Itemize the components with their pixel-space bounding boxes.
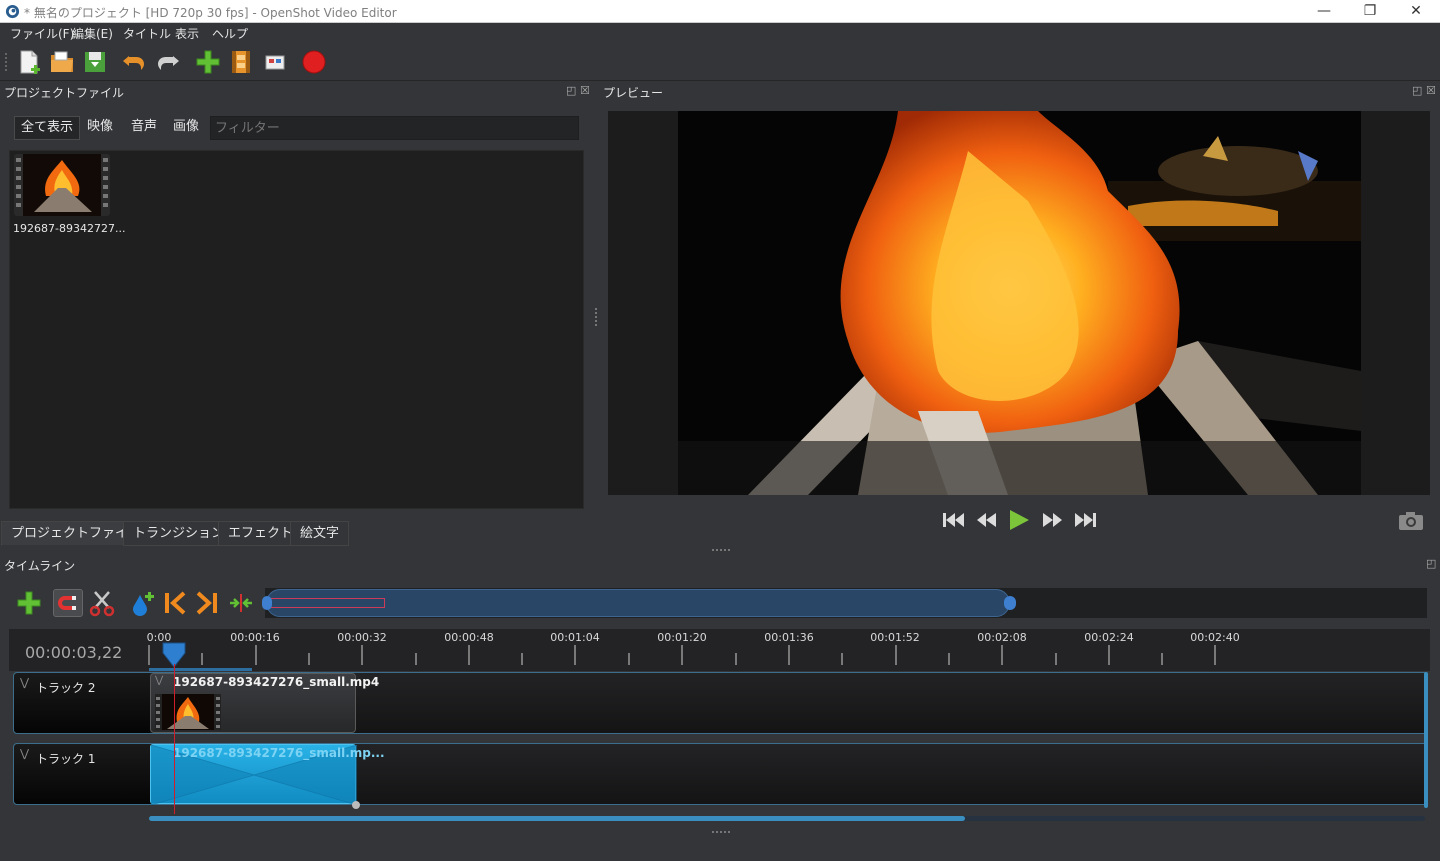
project-files-list: 192687-89342727... [9,150,584,509]
horizontal-splitter-handle[interactable] [712,549,730,552]
transition-clip[interactable]: 192687-893427276_small.mp... [150,744,385,809]
dock-close-icon[interactable]: ☒ [580,84,590,97]
menu-file[interactable]: ファイル(F) [10,25,74,42]
preview-float-icon[interactable]: ◰ [1412,84,1422,97]
new-project-icon[interactable] [15,48,43,76]
track-header: ⋁ トラック 1 [14,744,150,804]
export-video-icon[interactable] [300,48,328,76]
preview-close-icon[interactable]: ☒ [1426,84,1436,97]
add-track-icon[interactable] [15,589,43,617]
track-menu-chevron-icon[interactable]: ⋁ [20,747,29,760]
window-title: * 無名のプロジェクト [HD 720p 30 fps] - OpenShot … [24,6,397,20]
transition-end-handle[interactable] [352,801,360,809]
clip-menu-chevron-icon[interactable]: ⋁ [155,675,163,686]
ruler-ticks [148,645,1216,671]
restore-button[interactable]: ❐ [1347,0,1393,22]
window-titlebar: * 無名のプロジェクト [HD 720p 30 fps] - OpenShot … [0,0,1440,23]
timeline-title: タイムライン [4,559,76,573]
file-thumbnail[interactable] [14,154,110,216]
track-header: ⋁ トラック 2 [14,673,150,733]
track-row[interactable]: ⋁ トラック 1 192687-893427276_small.mp... [13,743,1428,809]
track-name: トラック 2 [36,681,96,695]
close-button[interactable]: ✕ [1393,0,1439,22]
transition-title: 192687-893427276_small.mp... [173,746,385,760]
openshot-logo-icon [5,4,20,19]
horizontal-scroll-thumb[interactable] [149,816,965,821]
rewind-icon[interactable] [974,508,1000,532]
track-menu-chevron-icon[interactable]: ⋁ [20,676,29,689]
bottom-splitter-handle[interactable] [712,831,730,834]
zoom-clip-preview [265,598,385,608]
next-marker-icon[interactable] [194,589,220,617]
jump-end-icon[interactable] [1072,508,1098,532]
filter-audio-button[interactable]: 音声 [125,116,163,140]
playhead-line [174,664,175,814]
clip-title: 192687-893427276_small.mp4 [173,675,380,689]
preview-frame-image [678,111,1361,495]
filter-image-button[interactable]: 画像 [167,116,205,140]
save-project-icon[interactable] [81,48,109,76]
project-files-title: プロジェクトファイル [4,86,125,100]
menu-help[interactable]: ヘルプ [212,25,248,42]
menu-view[interactable]: 表示 [175,25,199,42]
menu-title[interactable]: タイトル [123,25,171,42]
main-toolbar [0,43,1440,81]
open-project-icon[interactable] [48,48,76,76]
horizontal-scrollbar[interactable] [149,816,1425,821]
import-files-icon[interactable] [194,48,222,76]
add-marker-icon[interactable] [128,589,156,617]
tab-emojis[interactable]: 絵文字 [290,521,350,546]
zoom-right-grip[interactable] [1004,596,1016,610]
previous-marker-icon[interactable] [162,589,188,617]
snapshot-camera-icon[interactable] [1398,510,1424,534]
minimize-button[interactable]: — [1301,0,1347,22]
razor-scissors-icon[interactable] [88,589,116,617]
track-name: トラック 1 [36,752,96,766]
snapping-magnet-icon[interactable] [53,589,83,617]
filter-video-button[interactable]: 映像 [81,116,119,140]
video-clip[interactable]: ⋁ 192687-893427276_small.mp4 [150,673,379,733]
preview-viewport [608,111,1430,495]
clip-thumbnail [155,694,221,730]
jump-start-icon[interactable] [941,508,967,532]
fast-forward-icon[interactable] [1039,508,1065,532]
vertical-scrollbar[interactable] [1424,672,1428,808]
timeline-zoom-slider[interactable] [262,588,1427,618]
menu-bar: ファイル(F) 編集(E) タイトル 表示 ヘルプ [0,23,1440,43]
vertical-splitter-handle[interactable] [595,308,597,326]
filter-all-button[interactable]: 全て表示 [14,116,81,140]
center-playhead-icon[interactable] [228,589,254,617]
zoom-left-grip[interactable] [262,596,272,610]
redo-icon[interactable] [154,48,182,76]
menu-edit[interactable]: 編集(E) [72,25,113,42]
file-name: 192687-89342727... [13,222,126,235]
filter-search-input[interactable] [210,116,579,140]
fullscreen-icon[interactable] [261,48,289,76]
timeline-float-icon[interactable]: ◰ [1426,557,1436,570]
track-row[interactable]: ⋁ トラック 2 ⋁ 192687-893427276_small.mp4 [13,672,1428,734]
dock-float-icon[interactable]: ◰ [566,84,576,97]
choose-profile-icon[interactable] [227,48,255,76]
play-icon[interactable] [1006,508,1032,532]
timeline-ruler[interactable]: 00:00:03,22 0:00 00:00:16 00:00:32 00:00… [9,629,1430,671]
undo-icon[interactable] [120,48,148,76]
preview-title: プレビュー [603,86,664,100]
toolbar-grip [5,53,9,71]
